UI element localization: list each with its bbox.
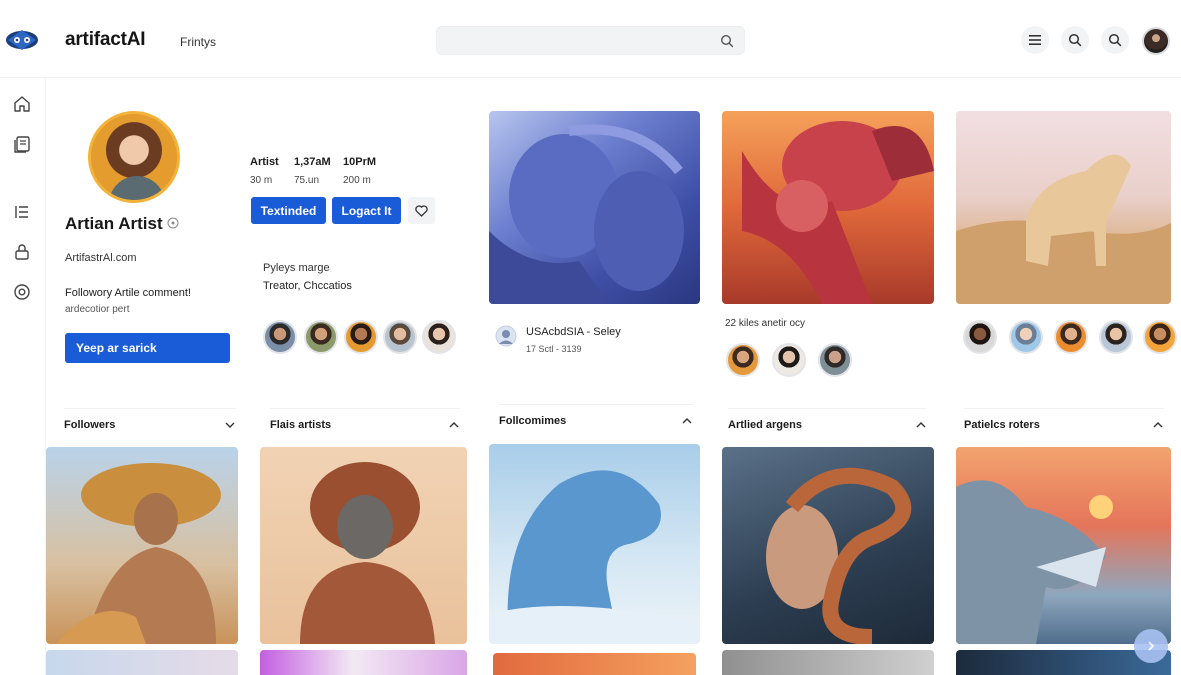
gallery-icon[interactable] — [12, 134, 32, 154]
like-button[interactable] — [408, 197, 435, 224]
home-icon[interactable] — [12, 94, 32, 114]
profile-website[interactable]: ArtifastrAl.com — [65, 252, 137, 264]
search-icon — [1108, 33, 1122, 47]
follower-avatar[interactable] — [726, 343, 760, 377]
artwork-tile[interactable] — [260, 447, 467, 644]
artwork-image — [489, 124, 684, 304]
brand-name[interactable]: artifactAI — [65, 29, 146, 51]
stat-value: 30 m — [250, 174, 273, 186]
logo-icon[interactable] — [4, 26, 40, 54]
profile-bio-secondary: ardecotior pert — [65, 304, 130, 315]
hamburger-icon — [1029, 35, 1041, 45]
stat-label: Artist — [250, 156, 279, 168]
profile-stats: Artist 1,37aM 10PrM 30 m 75.un 200 m — [250, 153, 403, 189]
artwork-image — [300, 462, 435, 644]
artwork-tile[interactable] — [46, 650, 238, 675]
chevron-right-icon — [1148, 641, 1155, 651]
artwork-tile[interactable] — [493, 653, 696, 675]
section-title: Follcomimes — [499, 414, 567, 427]
search-icon — [1068, 33, 1082, 47]
chevron-up-icon[interactable] — [1152, 419, 1164, 431]
artwork-image — [742, 121, 934, 304]
follower-avatar[interactable] — [1099, 320, 1133, 354]
section-title: Followers — [64, 418, 116, 431]
artwork-tile[interactable] — [260, 650, 467, 675]
follower-avatar[interactable] — [1009, 320, 1043, 354]
artwork-image — [56, 463, 221, 644]
artwork-image — [956, 480, 1113, 644]
stat-label: 10PrM — [343, 156, 377, 168]
user-avatar[interactable] — [1142, 27, 1170, 55]
lock-icon[interactable] — [12, 242, 32, 262]
follower-avatar[interactable] — [818, 343, 852, 377]
profile-name: Artian Artist — [65, 214, 163, 233]
artwork-image — [766, 467, 912, 644]
section-title: Flais artists — [270, 418, 332, 431]
section-title: Artlied argens — [728, 418, 802, 431]
artwork-tile[interactable] — [956, 447, 1171, 644]
profile-avatar[interactable] — [88, 111, 180, 203]
section-header-artlied[interactable]: Artlied argens — [728, 408, 927, 440]
artwork-tile[interactable] — [956, 111, 1171, 304]
profile-meta: Pyleys marge — [263, 262, 330, 274]
follower-avatar[interactable] — [963, 320, 997, 354]
stat-label: 1,37aM — [294, 156, 331, 168]
profile-meta-secondary: Treator, Chccatios — [263, 280, 352, 292]
menu-button[interactable] — [1021, 26, 1049, 54]
section-header-patielcs[interactable]: Patielcs roters — [964, 408, 1164, 440]
follower-avatar[interactable] — [383, 320, 417, 354]
tile-author-avatar[interactable] — [495, 325, 517, 347]
section-title: Patielcs roters — [964, 418, 1040, 431]
list-icon[interactable] — [12, 202, 32, 222]
artwork-image — [489, 470, 700, 644]
stat-value: 200 m — [343, 174, 371, 186]
cta-button[interactable]: Yeep ar sarick — [65, 333, 230, 363]
artwork-image — [956, 154, 1171, 304]
chevron-up-icon[interactable] — [915, 419, 927, 431]
settings-circle-icon[interactable] — [12, 282, 32, 302]
section-header-followers[interactable]: Followers — [64, 408, 236, 440]
chevron-down-icon[interactable] — [224, 419, 236, 431]
search-input[interactable] — [447, 32, 707, 50]
logout-button[interactable]: Logact It — [332, 197, 401, 224]
stat-value: 75.un — [294, 174, 320, 186]
chevron-up-icon[interactable] — [448, 419, 460, 431]
follower-avatar[interactable] — [772, 343, 806, 377]
search-button[interactable] — [1061, 26, 1089, 54]
follower-avatar[interactable] — [263, 320, 297, 354]
artwork-tile[interactable] — [489, 111, 700, 304]
follower-avatar[interactable] — [1143, 320, 1177, 354]
follower-avatar[interactable] — [304, 320, 338, 354]
heart-icon — [415, 204, 428, 217]
artwork-tile[interactable] — [722, 650, 934, 675]
profile-bio: Followory Artile comment! — [65, 287, 191, 299]
follower-avatar[interactable] — [1054, 320, 1088, 354]
section-header-artists[interactable]: Flais artists — [270, 408, 460, 440]
sidebar — [0, 78, 46, 675]
tile-caption: 22 kiles anetir ocy — [725, 318, 806, 329]
artwork-tile[interactable] — [722, 111, 934, 304]
extended-button[interactable]: Textinded — [251, 197, 326, 224]
nav-link-frintys[interactable]: Frintys — [180, 35, 216, 49]
artwork-tile[interactable] — [489, 444, 700, 644]
follower-avatar[interactable] — [422, 320, 456, 354]
tile-caption-date: 17 Sctl - 3139 — [526, 344, 582, 354]
artwork-tile[interactable] — [46, 447, 238, 644]
chevron-up-icon[interactable] — [681, 415, 693, 427]
section-header-followcomes[interactable]: Follcomimes — [499, 404, 693, 436]
artwork-tile[interactable] — [722, 447, 934, 644]
top-header: artifactAI Frintys — [0, 0, 1181, 78]
search-icon[interactable] — [720, 34, 734, 48]
tile-caption[interactable]: USAcbdSIA - Seley — [526, 326, 621, 338]
scroll-next-button[interactable] — [1134, 629, 1168, 663]
follower-avatar[interactable] — [344, 320, 378, 354]
verified-icon — [167, 217, 179, 229]
explore-button[interactable] — [1101, 26, 1129, 54]
search-bar[interactable] — [436, 26, 745, 55]
